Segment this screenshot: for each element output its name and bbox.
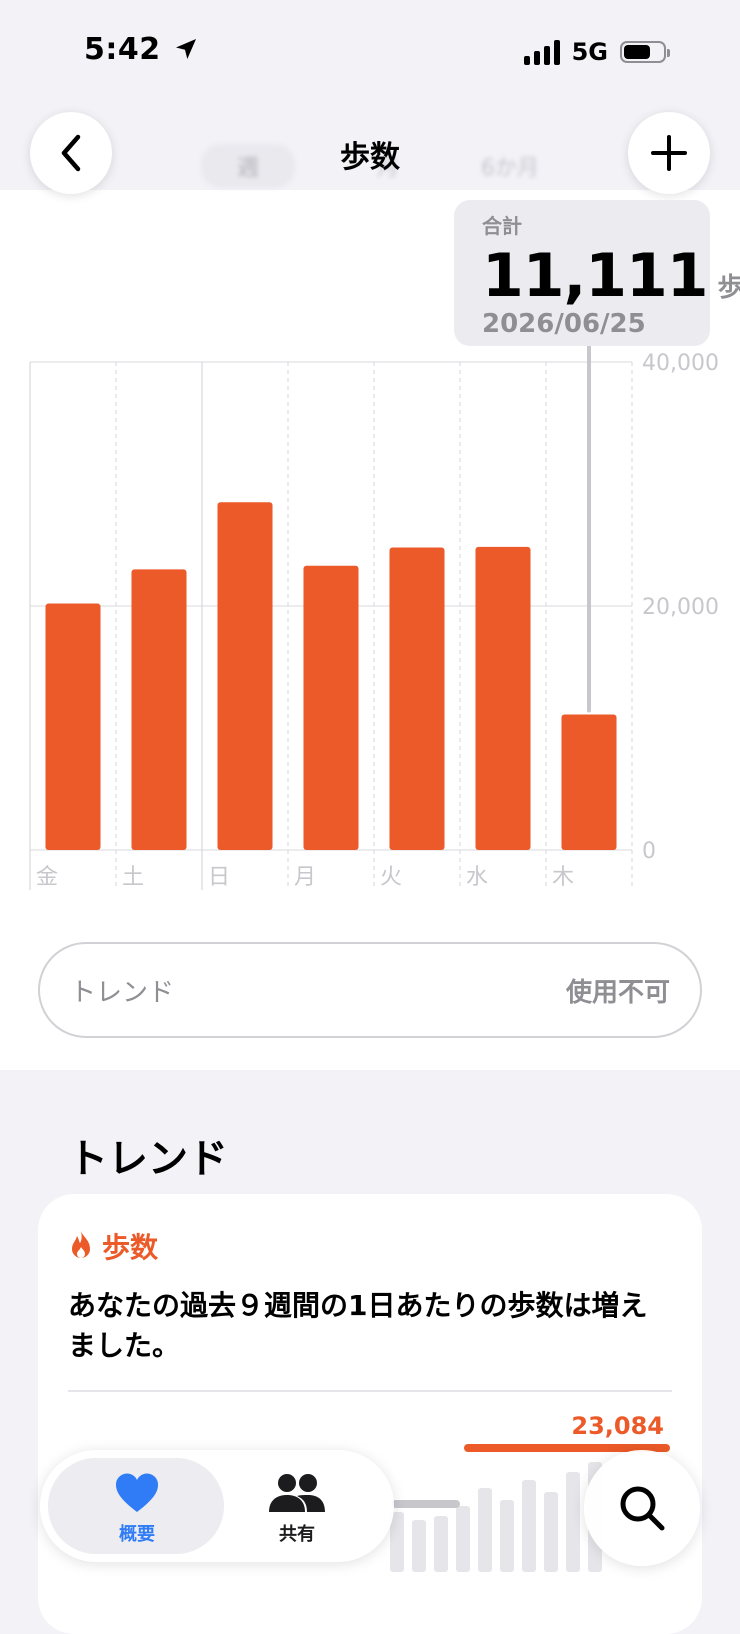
chevron-left-icon <box>61 134 81 172</box>
bar[interactable] <box>475 546 531 850</box>
cellular-signal-icon <box>523 39 560 65</box>
selection-tooltip: 合計 11,111 歩 2026/06/25 <box>454 200 740 346</box>
tooltip-label: 合計 <box>482 214 522 238</box>
trend-card-text: あなたの過去９週間の1日あたりの歩数は増えました。 <box>68 1289 648 1362</box>
x-tick-label: 月 <box>294 865 316 890</box>
trend-card-header: 歩数 <box>68 1226 158 1266</box>
bar[interactable] <box>561 714 617 850</box>
tooltip-date: 2026/06/25 <box>482 309 646 339</box>
y-tick-label: 40,000 <box>642 351 719 376</box>
x-tick-label: 土 <box>122 865 144 890</box>
tab-summary[interactable]: 概要 <box>72 1472 202 1546</box>
tab-sharing[interactable]: 共有 <box>232 1472 362 1546</box>
back-button[interactable] <box>30 112 112 194</box>
heart-icon <box>115 1473 159 1512</box>
bar[interactable] <box>389 547 445 850</box>
x-tick-label: 木 <box>552 865 574 890</box>
add-data-button[interactable] <box>628 112 710 194</box>
trend-previous-line <box>392 1500 460 1508</box>
people-icon <box>269 1474 325 1512</box>
bar[interactable] <box>303 565 359 850</box>
tooltip-value: 11,111 <box>482 241 709 311</box>
x-tick-label: 水 <box>466 865 488 890</box>
tab-summary-label: 概要 <box>119 1524 155 1545</box>
tooltip-unit: 歩 <box>717 273 740 303</box>
bar[interactable] <box>217 502 273 850</box>
tab-share-label: 共有 <box>279 1524 315 1545</box>
battery-icon <box>620 41 670 63</box>
x-tick-label: 金 <box>36 865 58 890</box>
status-time: 5:42 <box>84 32 198 67</box>
network-type: 5G <box>571 38 608 66</box>
trend-row-label: トレンド <box>70 977 175 1008</box>
y-tick-label: 0 <box>642 839 656 864</box>
location-arrow-icon <box>175 39 196 59</box>
plus-icon <box>651 135 687 171</box>
trend-row[interactable]: トレンド 使用不可 <box>38 942 702 1038</box>
status-time-text: 5:42 <box>84 32 161 67</box>
status-indicators: 5G <box>523 38 670 66</box>
trend-row-value: 使用不可 <box>565 977 670 1008</box>
x-tick-label: 日 <box>208 865 230 890</box>
trend-section-title: トレンド <box>68 1136 228 1182</box>
bar[interactable] <box>45 603 101 850</box>
trend-card-category: 歩数 <box>102 1231 159 1264</box>
steps-bar-chart[interactable]: 0 20,000 40,000 金 土 日 月 火 水 木 <box>0 340 740 900</box>
trend-mini-chart <box>390 1452 602 1572</box>
bar[interactable] <box>131 569 187 850</box>
y-tick-label: 20,000 <box>642 595 719 620</box>
trend-card-divider <box>68 1390 672 1392</box>
x-tick-label: 火 <box>380 865 402 890</box>
trend-card-value: 23,084 <box>571 1412 664 1440</box>
flame-icon <box>72 1231 90 1258</box>
search-button[interactable] <box>584 1450 700 1566</box>
search-icon <box>620 1486 665 1531</box>
